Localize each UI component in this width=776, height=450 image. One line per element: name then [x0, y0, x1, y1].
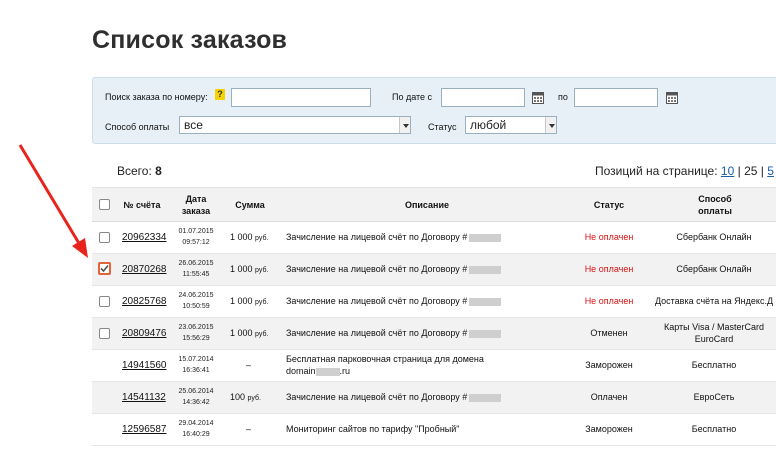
annotation-arrow	[18, 144, 88, 258]
